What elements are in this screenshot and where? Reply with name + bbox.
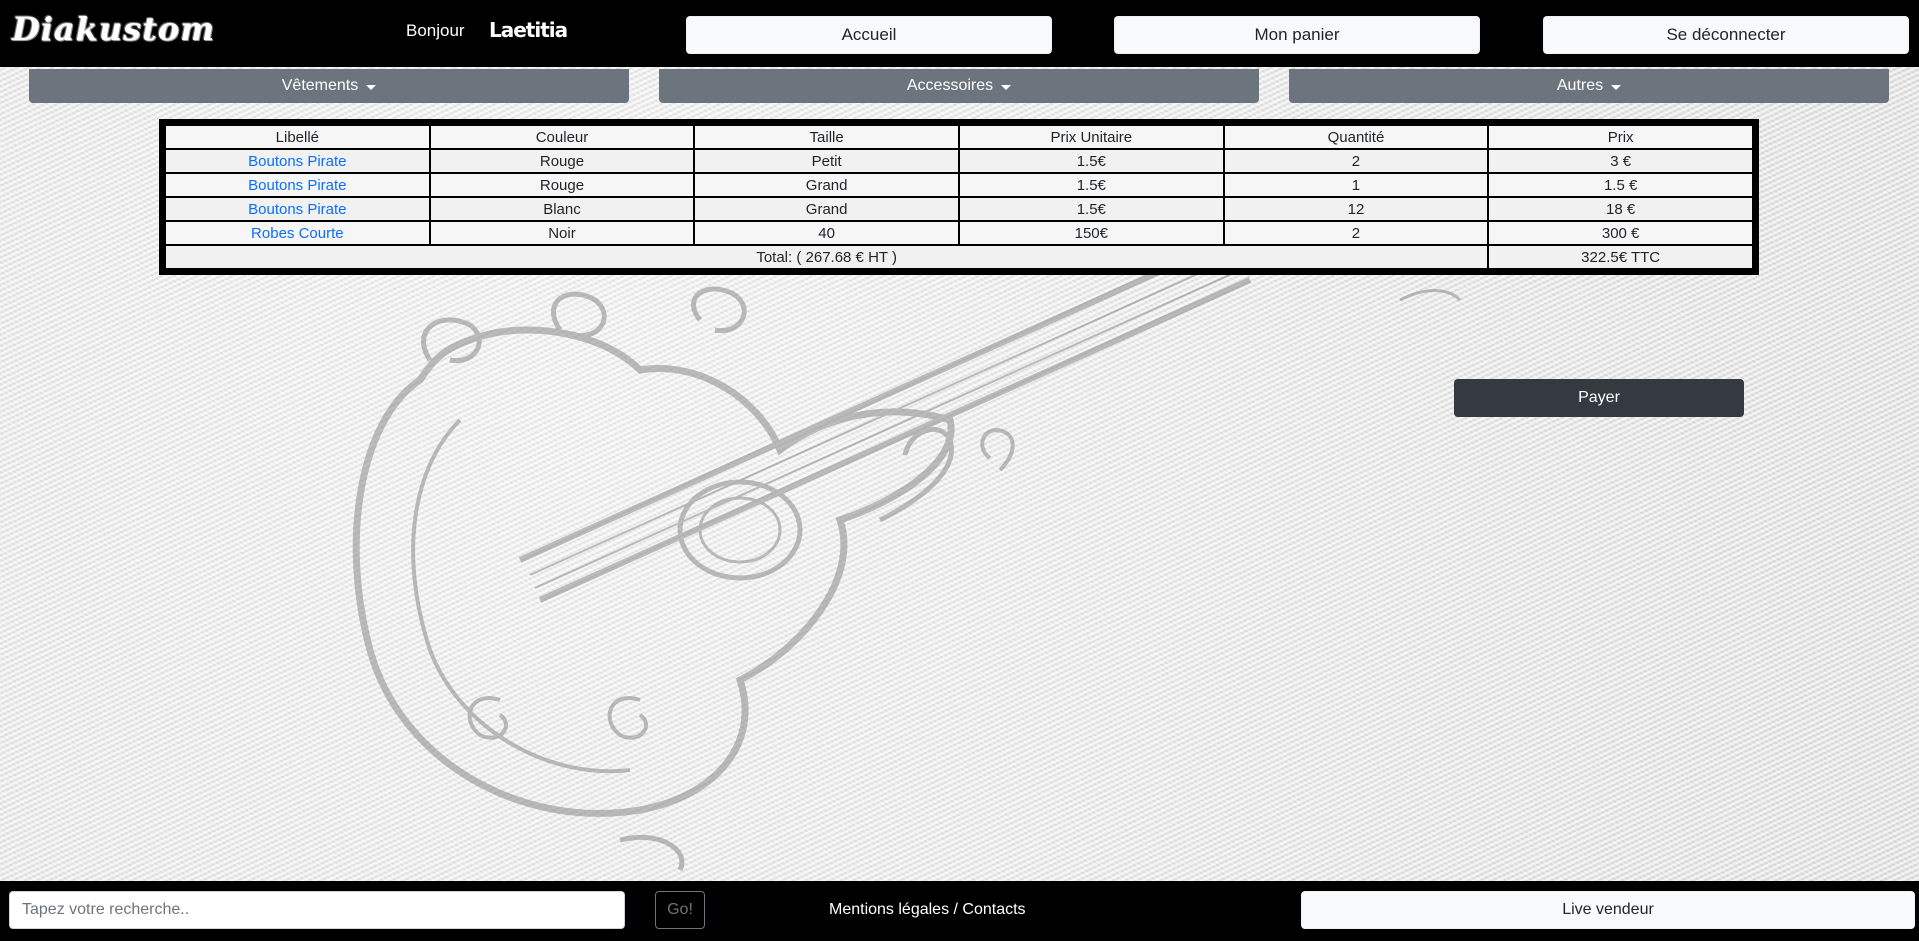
category-label: Vêtements (281, 77, 359, 94)
top-navbar: Diakustom Bonjour Laetitia Accueil Mon p… (0, 0, 1919, 67)
caret-down-icon (366, 84, 377, 90)
product-color: Rouge (428, 172, 696, 198)
cart-button[interactable]: Mon panier (1114, 16, 1480, 54)
product-size: Petit (693, 148, 960, 174)
product-price: 300 € (1487, 220, 1754, 246)
username-label: Laetitia (489, 18, 568, 42)
caret-down-icon (1611, 84, 1622, 90)
legal-contacts-link[interactable]: Mentions légales / Contacts (829, 901, 1026, 919)
column-header-size: Taille (693, 124, 960, 150)
column-header-color: Couleur (428, 124, 696, 150)
table-header-row: Libellé Couleur Taille Prix Unitaire Qua… (164, 124, 1754, 150)
total-ht: Total: ( 267.68 € HT ) (163, 244, 1490, 270)
category-dropdown-accessories[interactable]: Accessoires (659, 69, 1259, 103)
product-size: 40 (693, 220, 960, 246)
product-link[interactable]: Robes Courte (164, 220, 431, 246)
column-header-price: Prix (1487, 124, 1754, 150)
product-price: 3 € (1487, 148, 1754, 174)
product-quantity: 1 (1222, 172, 1490, 198)
search-go-button[interactable]: Go! (655, 891, 705, 929)
column-header-quantity: Quantité (1222, 124, 1490, 150)
table-row: Boutons Pirate Rouge Petit 1.5€ 2 3 € (164, 148, 1754, 174)
cart-table-container: Libellé Couleur Taille Prix Unitaire Qua… (159, 119, 1759, 275)
caret-down-icon (1001, 84, 1012, 90)
product-link[interactable]: Boutons Pirate (164, 172, 431, 198)
product-unit-price: 1.5€ (957, 196, 1225, 222)
category-label: Accessoires (906, 77, 994, 94)
product-link[interactable]: Boutons Pirate (164, 148, 431, 174)
category-dropdown-others[interactable]: Autres (1289, 69, 1889, 103)
cart-table: Libellé Couleur Taille Prix Unitaire Qua… (163, 124, 1754, 270)
category-dropdown-clothing[interactable]: Vêtements (29, 69, 629, 103)
product-color: Noir (428, 220, 696, 246)
category-label: Autres (1556, 77, 1604, 94)
total-row: Total: ( 267.68 € HT ) 322.5€ TTC (163, 244, 1754, 270)
table-row: Boutons Pirate Rouge Grand 1.5€ 1 1.5 € (164, 172, 1754, 198)
product-color: Rouge (428, 148, 696, 174)
logout-button[interactable]: Se déconnecter (1543, 16, 1909, 54)
home-button[interactable]: Accueil (686, 16, 1052, 54)
product-quantity: 12 (1222, 196, 1490, 222)
product-size: Grand (693, 172, 960, 198)
product-unit-price: 150€ (957, 220, 1225, 246)
total-ttc: 322.5€ TTC (1487, 244, 1754, 270)
product-size: Grand (693, 196, 960, 222)
site-logo[interactable]: Diakustom (12, 10, 215, 48)
product-color: Blanc (428, 196, 696, 222)
product-link[interactable]: Boutons Pirate (164, 196, 431, 222)
product-price: 18 € (1487, 196, 1754, 222)
search-input[interactable] (9, 891, 625, 929)
table-row: Boutons Pirate Blanc Grand 1.5€ 12 18 € (164, 196, 1754, 222)
product-quantity: 2 (1222, 148, 1490, 174)
greeting-text: Bonjour (406, 21, 465, 40)
column-header-unit-price: Prix Unitaire (957, 124, 1225, 150)
product-quantity: 2 (1222, 220, 1490, 246)
product-unit-price: 1.5€ (957, 172, 1225, 198)
pay-button[interactable]: Payer (1454, 379, 1744, 417)
product-price: 1.5 € (1487, 172, 1754, 198)
live-seller-button[interactable]: Live vendeur (1301, 891, 1915, 929)
table-row: Robes Courte Noir 40 150€ 2 300 € (164, 220, 1754, 246)
product-unit-price: 1.5€ (957, 148, 1225, 174)
footer-bar: Go! Mentions légales / Contacts Live ven… (0, 881, 1919, 941)
column-header-label: Libellé (164, 124, 431, 150)
